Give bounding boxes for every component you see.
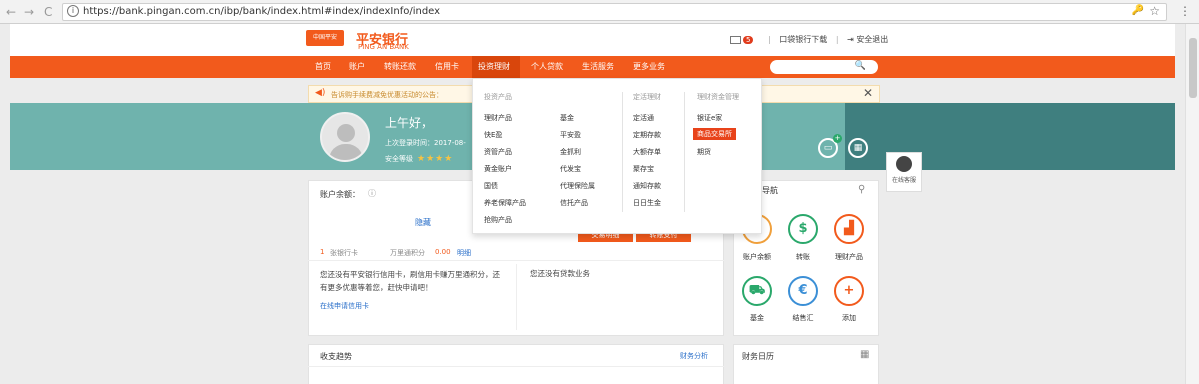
scrollbar[interactable] [1185, 24, 1199, 384]
quick-nav-label[interactable]: 结售汇 [783, 313, 823, 323]
dropdown-item[interactable]: 抢购产品 [484, 215, 512, 225]
nav-investment[interactable]: 投资理财 [472, 56, 520, 78]
browser-toolbar: ← → C i https://bank.pingan.com.cn/ibp/b… [0, 0, 1199, 24]
loan-info: 您还没有贷款业务 [530, 269, 590, 278]
dropdown-item[interactable]: 养老保障产品 [484, 198, 526, 208]
quick-nav-label[interactable]: 转账 [783, 252, 823, 262]
info-icon[interactable]: i [67, 5, 79, 17]
avatar[interactable] [320, 112, 370, 162]
dropdown-item-highlighted[interactable]: 商品交易所 [693, 128, 736, 140]
chart-icon[interactable]: ▟ [834, 214, 864, 244]
mail-count-badge: 5 [743, 36, 754, 44]
dropdown-item[interactable]: 大额存单 [633, 147, 661, 157]
brand-name-en: PING AN BANK [358, 43, 409, 51]
dropdown-item[interactable]: 聚存宝 [633, 164, 654, 174]
dropdown-item[interactable]: 银证e家 [697, 113, 722, 123]
nav-personal-loan[interactable]: 个人贷款 [525, 56, 569, 78]
app-download-link[interactable]: 口袋银行下载 [779, 35, 827, 44]
nav-life-service[interactable]: 生活服务 [576, 56, 620, 78]
dropdown-section-title: 理财资金管理 [697, 93, 739, 101]
nav-account[interactable]: 账户 [343, 56, 371, 78]
dropdown-item[interactable]: 资管产品 [484, 147, 512, 157]
logout-link[interactable]: 安全退出 [856, 35, 888, 44]
finance-analysis-link[interactable]: 财务分析 [680, 351, 708, 361]
safety-level: 安全等级 ★★★★ [385, 154, 454, 164]
dropdown-item[interactable]: 国债 [484, 181, 498, 191]
quick-nav-title: 导航 [762, 186, 778, 195]
account-balance-title: 账户余额： [320, 190, 360, 199]
points-value: 0.00 [435, 248, 451, 256]
dropdown-item[interactable]: 期货 [697, 147, 711, 157]
credit-card-promo: 您还没有平安银行信用卡，刷信用卡赚万里通积分，还有更多优惠等着您，赶快申请吧！ [320, 270, 500, 292]
add-card-icon[interactable]: ▭ + [818, 134, 842, 158]
forward-icon[interactable]: → [24, 4, 34, 20]
card-count-label: 张银行卡 [330, 249, 358, 257]
info-icon[interactable]: ⓘ [368, 188, 376, 199]
income-trend-card [308, 344, 724, 384]
key-icon[interactable]: 🔑 [1132, 5, 1144, 16]
dropdown-section-title: 投资产品 [484, 93, 512, 101]
hide-balance-link[interactable]: 隐藏 [415, 217, 431, 228]
dropdown-section-title: 定活理财 [633, 93, 661, 101]
reload-icon[interactable]: C [44, 4, 52, 20]
calendar-icon[interactable]: ▦ [860, 349, 869, 360]
search-input[interactable]: 🔍 [770, 60, 878, 74]
cart-icon[interactable]: ⛟ [742, 276, 772, 306]
dropdown-item[interactable]: 定活通 [633, 113, 654, 123]
dropdown-item[interactable]: 通知存款 [633, 181, 661, 191]
back-icon[interactable]: ← [6, 4, 16, 20]
finance-calendar-card [733, 344, 879, 384]
nav-transfer[interactable]: 转账还款 [378, 56, 422, 78]
top-header [10, 24, 1175, 56]
star-rating-icon: ★★★★ [417, 154, 454, 164]
dropdown-item[interactable]: 代发宝 [560, 164, 581, 174]
dropdown-item[interactable]: 基金 [560, 113, 574, 123]
pingan-logo-box: 中国平安 [306, 30, 344, 46]
speaker-icon: ◀) [315, 88, 326, 98]
quick-nav-label[interactable]: 基金 [737, 313, 777, 323]
dropdown-item[interactable]: 信托产品 [560, 198, 588, 208]
dropdown-item[interactable]: 日日生金 [633, 198, 661, 208]
top-links: 5 | 口袋银行下载 | ⇥ 安全退出 [730, 34, 888, 45]
scrollbar-thumb[interactable] [1189, 38, 1197, 98]
address-bar[interactable]: i https://bank.pingan.com.cn/ibp/bank/in… [62, 3, 1167, 21]
dropdown-item[interactable]: 平安盈 [560, 130, 581, 140]
quick-nav-label[interactable]: 理财产品 [829, 252, 869, 262]
dropdown-item[interactable]: 黄金账户 [484, 164, 512, 174]
add-icon[interactable]: + [834, 276, 864, 306]
nav-home[interactable]: 首页 [309, 56, 337, 78]
points-detail-link[interactable]: 明细 [457, 248, 471, 258]
apply-credit-card-link[interactable]: 在线申请信用卡 [320, 301, 369, 311]
transfer-icon[interactable]: $ [788, 214, 818, 244]
greeting: 上午好， [385, 116, 434, 130]
nav-credit-card[interactable]: 信用卡 [429, 56, 465, 78]
dropdown-item[interactable]: 代理保险属 [560, 181, 595, 191]
search-icon[interactable]: ⚲ [858, 184, 865, 195]
url-text[interactable]: https://bank.pingan.com.cn/ibp/bank/inde… [83, 6, 440, 17]
online-service-label: 在线客服 [891, 177, 916, 184]
mail-icon[interactable] [730, 35, 741, 44]
dropdown-item[interactable]: 快E盈 [484, 130, 502, 140]
bookmark-star-icon[interactable]: ☆ [1149, 4, 1160, 18]
nav-more[interactable]: 更多业务 [627, 56, 671, 78]
online-service-button[interactable]: 在线客服 [886, 152, 922, 192]
dropdown-item[interactable]: 理财产品 [484, 113, 512, 123]
finance-calendar-title: 财务日历 [742, 352, 774, 361]
browser-menu-icon[interactable]: ⋮ [1179, 4, 1191, 18]
income-trend-title: 收支趋势 [320, 352, 352, 361]
last-login-time: 上次登录时间：2017-08- [385, 139, 466, 147]
notice-text[interactable]: 告诉购手续费减免优惠活动的公告： [331, 90, 443, 100]
quick-nav-label[interactable]: 添加 [829, 313, 869, 323]
quick-nav-label[interactable]: 账户余额 [737, 252, 777, 262]
close-icon[interactable]: ✕ [863, 86, 873, 100]
logout-icon: ⇥ [847, 35, 857, 44]
qrcode-icon[interactable]: ▦ [848, 138, 868, 158]
points-label: 万里通积分 [390, 249, 425, 257]
search-icon[interactable]: 🔍 [855, 61, 866, 71]
exchange-icon[interactable]: € [788, 276, 818, 306]
headset-icon [896, 156, 912, 172]
card-count: 1 [320, 248, 325, 256]
dropdown-item[interactable]: 金抓利 [560, 147, 581, 157]
dropdown-item[interactable]: 定期存款 [633, 130, 661, 140]
